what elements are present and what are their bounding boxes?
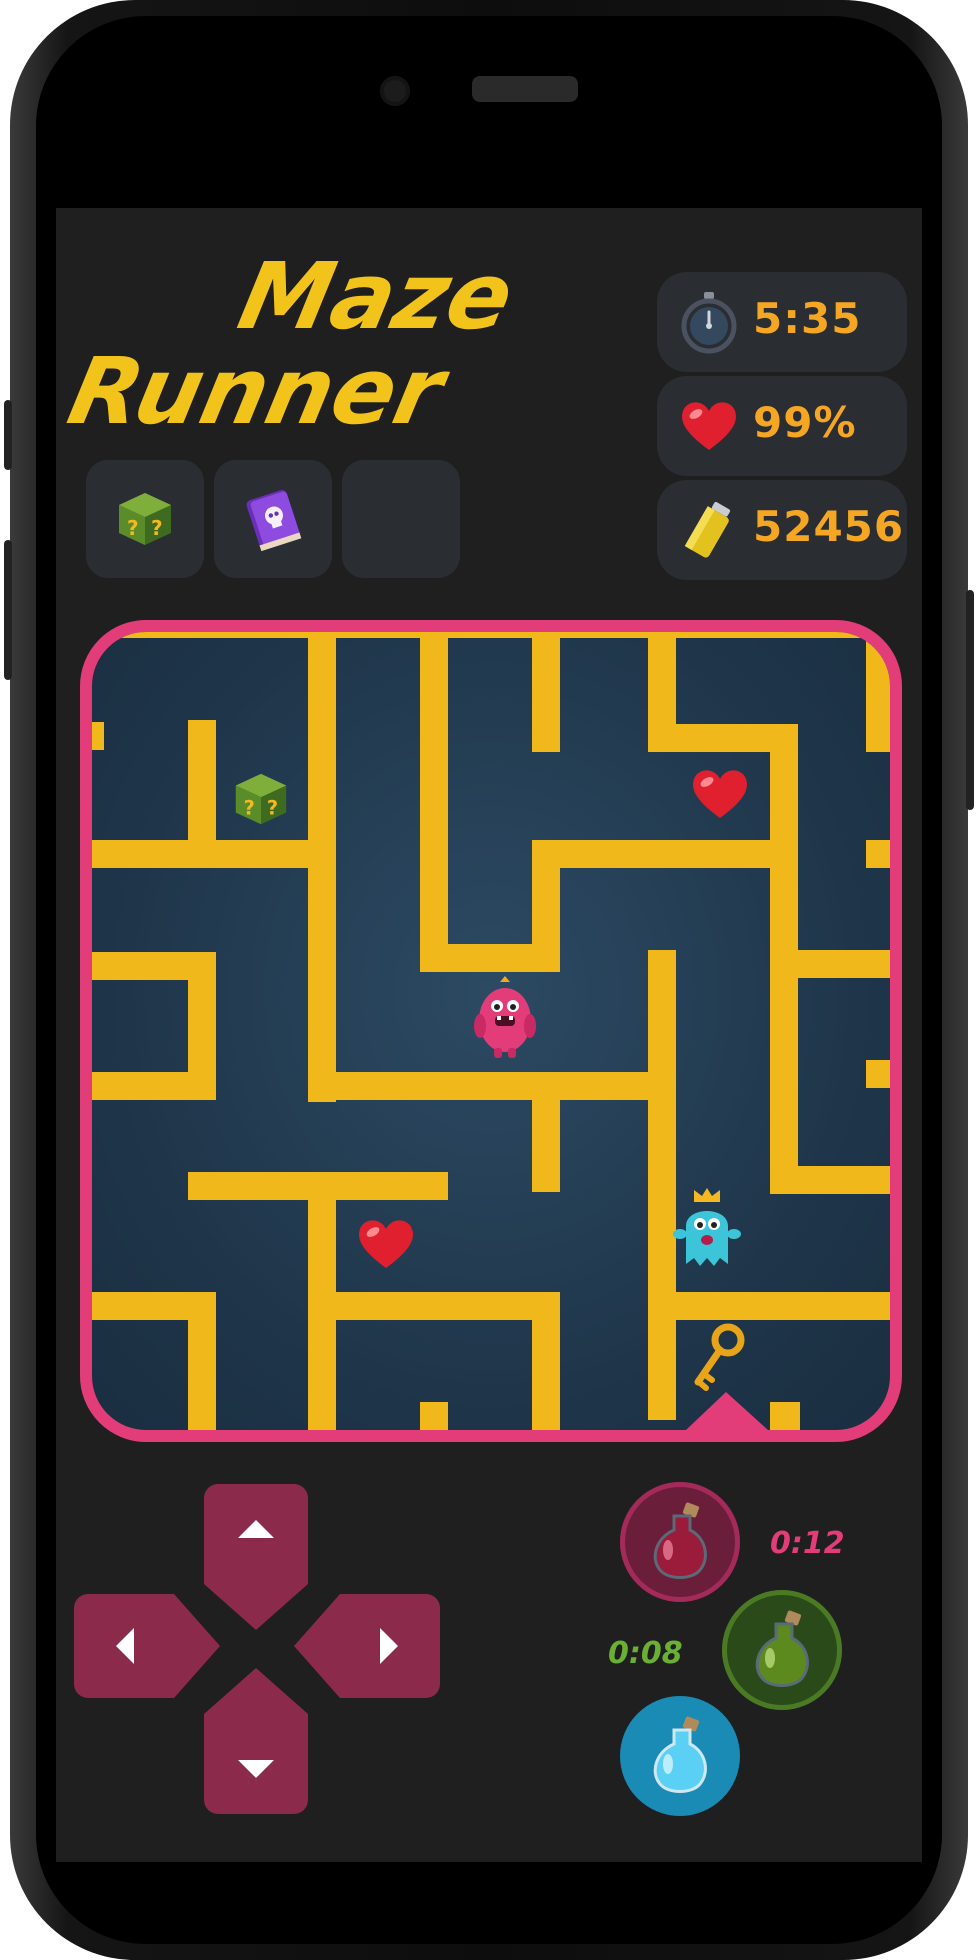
green-potion-button[interactable] [722, 1590, 842, 1710]
volume-down-button [4, 540, 12, 680]
svg-text:?: ? [267, 797, 278, 820]
stopwatch-icon [681, 292, 737, 354]
mystery-box-icon[interactable]: ? ? [230, 768, 292, 830]
mystery-box-icon: ? ? [119, 493, 171, 545]
health-panel: 99% [657, 376, 907, 476]
dpad-down-button[interactable] [204, 1668, 308, 1814]
red-potion-timer: 0:12 [770, 1526, 845, 1561]
inventory-slot-1[interactable]: ? ? [86, 460, 204, 578]
inventory-slot-3-empty[interactable] [342, 460, 460, 578]
volume-up-button [4, 400, 12, 470]
blue-potion-icon [653, 1716, 707, 1793]
battery-icon [684, 501, 731, 558]
blue-potion-button[interactable] [620, 1696, 740, 1816]
timer-panel: 5:35 [657, 272, 907, 372]
red-potion-icon [653, 1502, 707, 1579]
game-screen: Maze Runner ? ? 5:35 99% 52456 ? ? 0:12 … [56, 208, 922, 1862]
red-potion-button[interactable] [620, 1482, 740, 1602]
heart-pickup-1[interactable] [688, 762, 752, 822]
svg-text:?: ? [151, 516, 163, 540]
golden-key-icon[interactable] [688, 1322, 750, 1392]
logo-line-maze: Maze [230, 243, 522, 350]
blue-ghost-crowned-enemy[interactable] [672, 1186, 742, 1272]
earpiece-speaker [472, 76, 578, 102]
svg-text:?: ? [127, 516, 139, 540]
front-camera [380, 76, 410, 106]
green-potion-timer: 0:08 [608, 1636, 683, 1671]
score-value: 52456 [753, 502, 905, 551]
logo-line-runner: Runner [60, 338, 458, 445]
svg-text:?: ? [244, 797, 255, 820]
green-potion-icon [755, 1610, 809, 1687]
health-percent: 99% [753, 398, 857, 447]
heart-icon [682, 402, 736, 450]
maze-board[interactable]: ? ? [80, 620, 902, 1442]
score-panel: 52456 [657, 480, 907, 580]
exit-marker [686, 1392, 768, 1430]
heart-pickup-2[interactable] [354, 1212, 418, 1272]
pink-monster-player[interactable] [470, 976, 540, 1062]
game-logo: Maze Runner [60, 228, 522, 445]
time-remaining: 5:35 [753, 294, 862, 343]
inventory-slot-2[interactable] [214, 460, 332, 578]
dpad-left-button[interactable] [74, 1594, 220, 1698]
power-button [966, 590, 974, 810]
dpad-right-button[interactable] [294, 1594, 440, 1698]
spell-book-icon [246, 490, 302, 552]
